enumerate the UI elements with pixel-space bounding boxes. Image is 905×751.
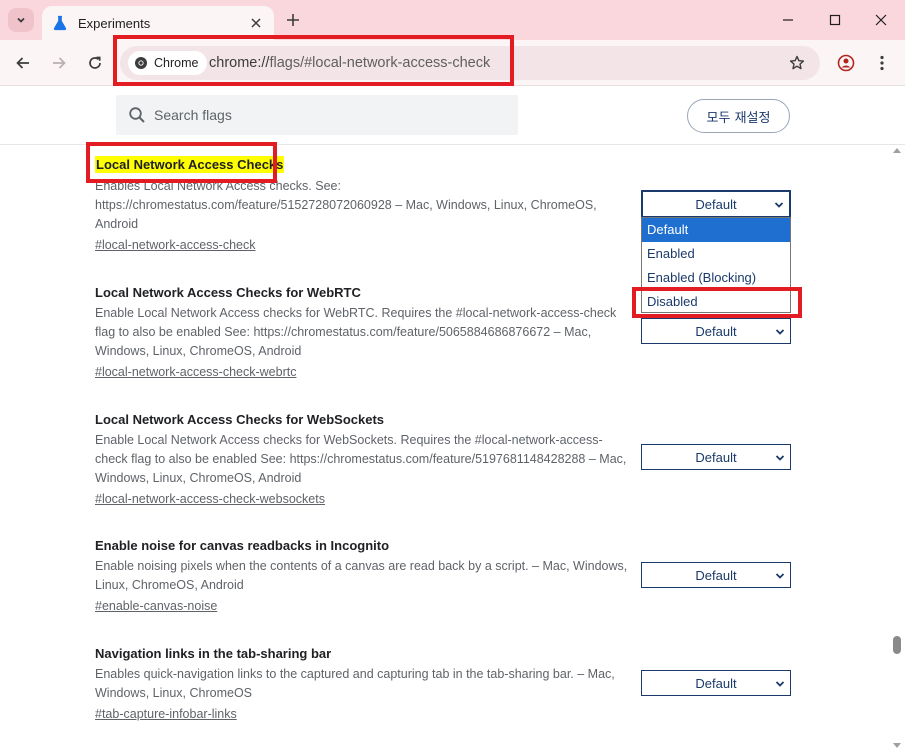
flag-anchor-link[interactable]: #local-network-access-check [95, 236, 255, 254]
flag-item-local-network-access-check-webrtc: Local Network Access Checks for WebRTC E… [95, 284, 635, 381]
option-disabled[interactable]: Disabled [642, 290, 790, 314]
url-path: flags/#local-network-access-check [269, 55, 491, 71]
flags-header: 모두 재설정 [0, 87, 905, 145]
flag-description: Enables Local Network Access checks. See… [95, 179, 597, 231]
flag-select-local-network-access-check-webrtc[interactable]: Default [641, 318, 791, 344]
flag-item-enable-canvas-noise: Enable noise for canvas readbacks in Inc… [95, 537, 635, 615]
flag-name: Local Network Access Checks for WebSocke… [95, 412, 385, 427]
flag-select-local-network-access-check[interactable]: Default [641, 190, 791, 218]
chrome-logo-icon [135, 57, 147, 69]
chevron-down-icon [775, 573, 785, 579]
flag-name: Local Network Access Checks for WebRTC [95, 285, 361, 300]
maximize-icon[interactable] [823, 8, 847, 32]
kebab-menu-icon[interactable] [870, 51, 894, 75]
search-flags-box[interactable] [116, 95, 518, 135]
tab-title: Experiments [78, 15, 151, 31]
select-value: Default [695, 449, 737, 465]
chip-label: Chrome [154, 56, 199, 70]
flag-description: Enable noising pixels when the contents … [95, 559, 628, 592]
flag-description: Enable Local Network Access checks for W… [95, 306, 617, 358]
browser-toolbar: Chrome chrome://flags/#local-network-acc… [0, 40, 905, 86]
tab-strip: Experiments [0, 0, 905, 40]
reload-icon[interactable] [83, 51, 107, 75]
back-icon[interactable] [11, 51, 35, 75]
flag-description: Enables quick-navigation links to the ca… [95, 667, 615, 700]
forward-icon[interactable] [47, 51, 71, 75]
search-icon [129, 107, 145, 123]
address-bar[interactable]: Chrome chrome://flags/#local-network-acc… [120, 46, 820, 80]
option-default[interactable]: Default [642, 218, 790, 242]
chevron-down-icon [775, 455, 785, 461]
new-tab-icon[interactable] [283, 10, 303, 30]
bookmark-star-icon[interactable] [786, 52, 808, 74]
scroll-down-arrow-icon[interactable] [893, 743, 901, 748]
flag-anchor-link[interactable]: #local-network-access-check-webrtc [95, 363, 296, 381]
chevron-down-icon [17, 17, 25, 23]
url-text[interactable]: chrome://flags/#local-network-access-che… [209, 55, 490, 71]
select-value: Default [695, 323, 737, 339]
chevron-down-icon [775, 681, 785, 687]
scrollbar-thumb[interactable] [893, 636, 901, 654]
flag-anchor-link[interactable]: #tab-capture-infobar-links [95, 705, 237, 723]
flag-description: Enable Local Network Access checks for W… [95, 433, 627, 485]
chevron-down-icon [774, 202, 784, 208]
tab-search-button[interactable] [8, 8, 34, 32]
minimize-icon[interactable] [776, 8, 800, 32]
search-input[interactable] [154, 107, 494, 123]
select-value: Default [695, 196, 737, 212]
chevron-down-icon [775, 329, 785, 335]
flag-item-tab-capture-infobar-links: Navigation links in the tab-sharing bar … [95, 645, 635, 723]
close-window-icon[interactable] [869, 8, 893, 32]
url-scheme: chrome:// [209, 55, 270, 71]
page-scrollbar[interactable] [889, 146, 905, 751]
flag-select-enable-canvas-noise[interactable]: Default [641, 562, 791, 588]
site-info-chip[interactable]: Chrome [128, 51, 208, 75]
select-value: Default [695, 567, 737, 583]
flag-select-dropdown: Default Enabled Enabled (Blocking) Disab… [641, 217, 791, 313]
profile-avatar-icon[interactable] [834, 51, 858, 75]
flag-name: Local Network Access Checks [95, 156, 285, 173]
flag-item-local-network-access-check: Local Network Access Checks Enables Loca… [95, 156, 635, 254]
flag-anchor-link[interactable]: #enable-canvas-noise [95, 597, 217, 615]
scroll-up-arrow-icon[interactable] [893, 148, 901, 153]
flag-item-local-network-access-check-websockets: Local Network Access Checks for WebSocke… [95, 411, 635, 508]
flag-select-tab-capture-infobar-links[interactable]: Default [641, 670, 791, 696]
flag-name: Navigation links in the tab-sharing bar [95, 646, 332, 661]
close-tab-icon[interactable] [248, 15, 264, 31]
flag-name: Enable noise for canvas readbacks in Inc… [95, 538, 390, 553]
option-enabled[interactable]: Enabled [642, 242, 790, 266]
select-value: Default [695, 675, 737, 691]
flag-anchor-link[interactable]: #local-network-access-check-websockets [95, 490, 325, 508]
flag-select-local-network-access-check-websockets[interactable]: Default [641, 444, 791, 470]
flask-icon [52, 15, 68, 31]
tab-experiments[interactable]: Experiments [42, 6, 274, 40]
reset-all-button[interactable]: 모두 재설정 [687, 99, 790, 133]
option-enabled-blocking[interactable]: Enabled (Blocking) [642, 266, 790, 290]
